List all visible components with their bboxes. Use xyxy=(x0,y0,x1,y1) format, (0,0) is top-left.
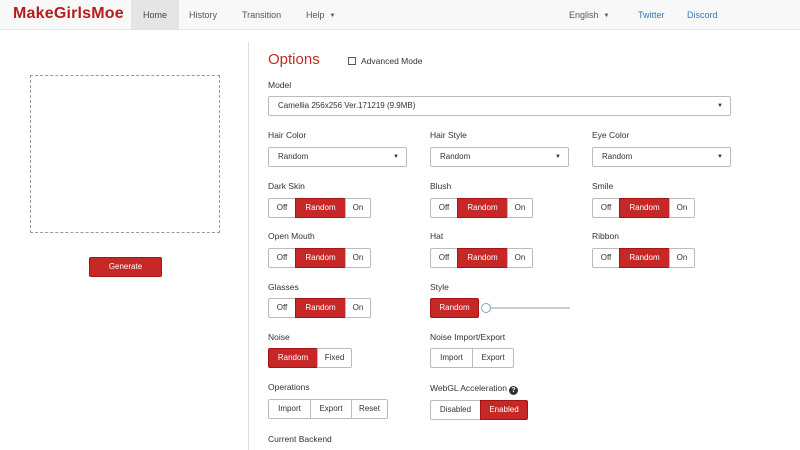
nav-home[interactable]: Home xyxy=(131,0,179,30)
ribbon-toggle: Off Random On xyxy=(592,248,695,268)
caret-down-icon: ▼ xyxy=(555,154,561,160)
hair-style-value: Random xyxy=(440,152,471,161)
dark-skin-random-button[interactable]: Random xyxy=(295,198,346,218)
ribbon-random-button[interactable]: Random xyxy=(619,248,670,268)
open-mouth-on-button[interactable]: On xyxy=(345,248,371,268)
model-label: Model xyxy=(268,80,292,90)
hat-on-button[interactable]: On xyxy=(507,248,533,268)
smile-on-button[interactable]: On xyxy=(669,198,695,218)
advanced-mode-checkbox[interactable] xyxy=(348,57,356,65)
language-dropdown[interactable]: English ▼ xyxy=(563,0,615,30)
hat-toggle: Off Random On xyxy=(430,248,533,268)
current-backend-label: Current Backend xyxy=(268,434,332,444)
glasses-toggle: Off Random On xyxy=(268,298,371,318)
style-random-group: Random xyxy=(430,298,479,318)
smile-label: Smile xyxy=(592,181,614,191)
webgl-disabled-button[interactable]: Disabled xyxy=(430,400,481,420)
operations-label: Operations xyxy=(268,382,310,392)
glasses-label: Glasses xyxy=(268,282,299,292)
hat-label: Hat xyxy=(430,231,444,241)
blush-toggle: Off Random On xyxy=(430,198,533,218)
language-label: English xyxy=(569,10,599,20)
glasses-on-button[interactable]: On xyxy=(345,298,371,318)
dark-skin-label: Dark Skin xyxy=(268,181,305,191)
twitter-link[interactable]: Twitter xyxy=(632,0,671,30)
caret-down-icon: ▼ xyxy=(717,154,723,160)
generate-button[interactable]: Generate xyxy=(89,257,162,277)
caret-down-icon: ▼ xyxy=(717,103,723,109)
smile-off-button[interactable]: Off xyxy=(592,198,620,218)
ribbon-off-button[interactable]: Off xyxy=(592,248,620,268)
hair-color-label: Hair Color xyxy=(268,130,307,140)
brand-logo[interactable]: MakeGirlsMoe xyxy=(13,5,124,23)
operations-import-button[interactable]: Import xyxy=(268,399,311,419)
caret-down-icon: ▼ xyxy=(393,154,399,160)
dark-skin-off-button[interactable]: Off xyxy=(268,198,296,218)
question-circle-icon[interactable]: ? xyxy=(509,386,519,395)
eye-color-select[interactable]: Random ▼ xyxy=(592,147,731,167)
nav-help-dropdown[interactable]: Help ▼ xyxy=(300,0,341,30)
panel-divider xyxy=(248,42,249,450)
ribbon-on-button[interactable]: On xyxy=(669,248,695,268)
smile-random-button[interactable]: Random xyxy=(619,198,670,218)
dark-skin-on-button[interactable]: On xyxy=(345,198,371,218)
glasses-random-button[interactable]: Random xyxy=(295,298,346,318)
dark-skin-toggle: Off Random On xyxy=(268,198,371,218)
webgl-toggle: Disabled Enabled xyxy=(430,400,528,420)
webgl-label-wrap: WebGL Acceleration? xyxy=(430,383,519,395)
operations-export-button[interactable]: Export xyxy=(310,399,352,419)
glasses-off-button[interactable]: Off xyxy=(268,298,296,318)
hair-style-select[interactable]: Random ▼ xyxy=(430,147,569,167)
nav-history[interactable]: History xyxy=(183,0,223,30)
ribbon-label: Ribbon xyxy=(592,231,619,241)
nav-help-label: Help xyxy=(306,10,325,20)
open-mouth-toggle: Off Random On xyxy=(268,248,371,268)
noise-import-button[interactable]: Import xyxy=(430,348,473,368)
hat-off-button[interactable]: Off xyxy=(430,248,458,268)
style-slider-track[interactable] xyxy=(482,307,570,309)
options-title: Options xyxy=(268,51,320,68)
hair-color-value: Random xyxy=(278,152,309,161)
noise-export-button[interactable]: Export xyxy=(472,348,514,368)
caret-down-icon: ▼ xyxy=(603,12,610,19)
top-navbar: MakeGirlsMoe Home History Transition Hel… xyxy=(0,0,800,30)
webgl-label: WebGL Acceleration xyxy=(430,383,508,393)
blush-on-button[interactable]: On xyxy=(507,198,533,218)
noise-io-group: Import Export xyxy=(430,348,514,368)
eye-color-label: Eye Color xyxy=(592,130,630,140)
open-mouth-label: Open Mouth xyxy=(268,231,315,241)
noise-io-label: Noise Import/Export xyxy=(430,332,506,342)
noise-random-button[interactable]: Random xyxy=(268,348,318,368)
blush-off-button[interactable]: Off xyxy=(430,198,458,218)
blush-random-button[interactable]: Random xyxy=(457,198,508,218)
operations-group: Import Export Reset xyxy=(268,399,388,419)
open-mouth-off-button[interactable]: Off xyxy=(268,248,296,268)
hair-color-select[interactable]: Random ▼ xyxy=(268,147,407,167)
smile-toggle: Off Random On xyxy=(592,198,695,218)
eye-color-value: Random xyxy=(602,152,633,161)
hair-style-label: Hair Style xyxy=(430,130,467,140)
discord-link[interactable]: Discord xyxy=(681,0,724,30)
nav-transition[interactable]: Transition xyxy=(236,0,287,30)
webgl-enabled-button[interactable]: Enabled xyxy=(480,400,528,420)
caret-down-icon: ▼ xyxy=(329,12,336,19)
model-select[interactable]: Camellia 256x256 Ver.171219 (9.9MB) ▼ xyxy=(268,96,731,116)
hat-random-button[interactable]: Random xyxy=(457,248,508,268)
noise-fixed-button[interactable]: Fixed xyxy=(317,348,352,368)
noise-label: Noise xyxy=(268,332,290,342)
advanced-mode-label: Advanced Mode xyxy=(361,56,423,66)
style-random-button[interactable]: Random xyxy=(430,298,479,318)
advanced-mode-toggle[interactable]: Advanced Mode xyxy=(348,56,422,66)
noise-toggle: Random Fixed xyxy=(268,348,352,368)
operations-reset-button[interactable]: Reset xyxy=(351,399,388,419)
style-slider-handle[interactable] xyxy=(481,303,491,313)
model-select-value: Camellia 256x256 Ver.171219 (9.9MB) xyxy=(278,101,416,110)
open-mouth-random-button[interactable]: Random xyxy=(295,248,346,268)
blush-label: Blush xyxy=(430,181,452,191)
style-label: Style xyxy=(430,282,449,292)
image-preview-area xyxy=(30,75,220,233)
